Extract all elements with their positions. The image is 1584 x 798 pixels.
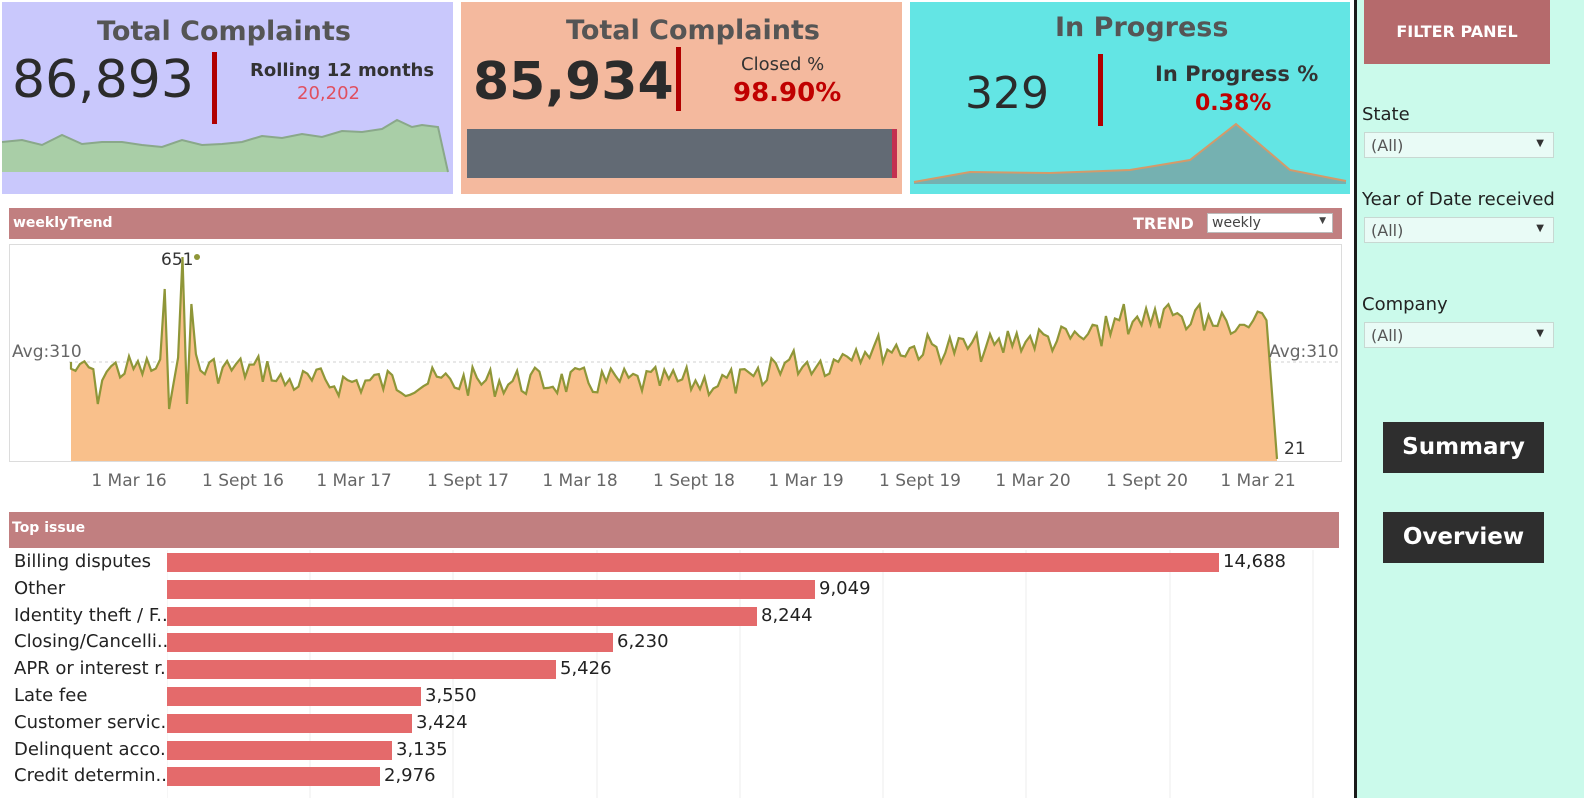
kpi-closed-value: 85,934 bbox=[473, 52, 674, 112]
issue-label: Delinquent acco.. bbox=[14, 738, 172, 760]
state-filter-select[interactable]: (All) ▼ bbox=[1364, 132, 1554, 158]
issue-value: 6,230 bbox=[617, 631, 669, 653]
x-tick: 1 Mar 20 bbox=[995, 471, 1071, 491]
avg-label-right: Avg:310 bbox=[1269, 342, 1339, 362]
issue-bar[interactable] bbox=[167, 687, 421, 706]
kpi-title: In Progress bbox=[1055, 12, 1229, 43]
kpi-closed-progress-fill bbox=[467, 129, 893, 178]
issue-value: 8,244 bbox=[761, 604, 813, 626]
trend-select[interactable]: weekly ▼ bbox=[1207, 213, 1333, 233]
kpi-rolling-value: 20,202 bbox=[297, 83, 360, 104]
x-tick: 1 Mar 19 bbox=[768, 471, 844, 491]
issue-bar[interactable] bbox=[167, 633, 613, 653]
trend-select-value: weekly bbox=[1212, 215, 1261, 231]
chevron-down-icon: ▼ bbox=[1536, 138, 1544, 149]
issue-label: Billing disputes bbox=[14, 551, 152, 572]
chevron-down-icon: ▼ bbox=[1536, 328, 1544, 339]
issue-value: 14,688 bbox=[1223, 551, 1286, 572]
issue-bar[interactable] bbox=[167, 767, 380, 787]
kpi-title: Total Complaints bbox=[566, 15, 820, 46]
filter-panel-title-text: FILTER PANEL bbox=[1396, 22, 1518, 41]
kpi-inprogress-pct-label: In Progress % bbox=[1155, 62, 1319, 86]
x-tick: 1 Mar 18 bbox=[542, 471, 618, 491]
x-tick: 1 Sept 17 bbox=[427, 471, 509, 491]
kpi-inprogress-card: In Progress 329 In Progress % 0.38% bbox=[910, 2, 1350, 194]
chevron-down-icon: ▼ bbox=[1536, 223, 1544, 234]
trend-label: TREND bbox=[1133, 214, 1194, 233]
x-tick: 1 Mar 17 bbox=[316, 471, 392, 491]
issue-value: 5,426 bbox=[560, 658, 612, 680]
peak-label: 651 bbox=[161, 250, 194, 270]
top-issue-header: Top issue bbox=[9, 512, 1339, 548]
top-issue-title: Top issue bbox=[12, 520, 86, 536]
issue-label: Late fee bbox=[14, 685, 88, 706]
issue-value: 2,976 bbox=[384, 765, 436, 787]
issue-label: Identity theft / F.. bbox=[14, 604, 168, 626]
x-tick: 1 Mar 21 bbox=[1220, 471, 1296, 491]
issue-bar[interactable] bbox=[167, 606, 757, 626]
company-filter-label: Company bbox=[1362, 294, 1448, 315]
issue-value: 3,424 bbox=[416, 711, 468, 733]
overview-button[interactable]: Overview bbox=[1383, 512, 1544, 563]
company-filter-select[interactable]: (All) ▼ bbox=[1364, 322, 1554, 348]
kpi-rolling-label: Rolling 12 months bbox=[250, 60, 435, 81]
kpi-closed-card: Total Complaints 85,934 Closed % 98.90% bbox=[461, 2, 902, 194]
issue-label: Customer servic.. bbox=[14, 711, 173, 733]
year-filter-value: (All) bbox=[1371, 221, 1404, 240]
kpi-total-value: 86,893 bbox=[12, 50, 194, 110]
filter-panel-title: FILTER PANEL bbox=[1364, 0, 1550, 64]
x-tick: 1 Sept 16 bbox=[202, 471, 284, 491]
chevron-down-icon: ▼ bbox=[1319, 216, 1326, 226]
kpi-inprogress-sparkline bbox=[913, 122, 1347, 184]
issue-bar[interactable] bbox=[167, 740, 392, 760]
weekly-trend-header: weeklyTrend TREND weekly ▼ bbox=[9, 208, 1342, 239]
issue-bar[interactable] bbox=[167, 660, 556, 680]
kpi-closed-pct-value: 98.90% bbox=[733, 78, 842, 108]
last-label: 21 bbox=[1284, 439, 1306, 459]
weekly-trend-chart bbox=[69, 254, 1339, 461]
year-filter-select[interactable]: (All) ▼ bbox=[1364, 217, 1554, 243]
summary-button[interactable]: Summary bbox=[1383, 422, 1544, 473]
kpi-closed-progress-track bbox=[467, 129, 897, 178]
avg-label-left: Avg:310 bbox=[12, 342, 82, 362]
issue-label: Closing/Cancelli.. bbox=[14, 631, 169, 653]
state-filter-label: State bbox=[1362, 104, 1410, 125]
issue-value: 9,049 bbox=[819, 577, 871, 599]
kpi-sparkline bbox=[2, 118, 449, 173]
state-filter-value: (All) bbox=[1371, 136, 1404, 155]
year-filter-label: Year of Date received bbox=[1362, 189, 1555, 210]
company-filter-value: (All) bbox=[1371, 326, 1404, 345]
issue-bar[interactable] bbox=[167, 579, 815, 599]
issue-label: APR or interest r.. bbox=[14, 658, 172, 680]
issue-value: 3,135 bbox=[396, 738, 448, 760]
kpi-divider bbox=[676, 47, 681, 111]
issue-value: 3,550 bbox=[425, 685, 477, 706]
peak-point bbox=[194, 254, 200, 260]
kpi-total-complaints-card: Total Complaints 86,893 Rolling 12 month… bbox=[2, 2, 453, 194]
issue-label: Other bbox=[14, 577, 66, 599]
x-tick: 1 Sept 18 bbox=[653, 471, 735, 491]
trend-area bbox=[71, 257, 1277, 461]
kpi-title: Total Complaints bbox=[97, 16, 351, 47]
weekly-trend-title: weeklyTrend bbox=[13, 215, 113, 231]
x-tick: 1 Mar 16 bbox=[91, 471, 167, 491]
issue-label: Credit determin.. bbox=[14, 765, 167, 787]
x-tick: 1 Sept 19 bbox=[879, 471, 961, 491]
issue-bar[interactable] bbox=[167, 553, 1219, 572]
x-tick: 1 Sept 20 bbox=[1106, 471, 1188, 491]
issue-bar[interactable] bbox=[167, 713, 412, 733]
kpi-closed-pct-label: Closed % bbox=[741, 54, 825, 75]
